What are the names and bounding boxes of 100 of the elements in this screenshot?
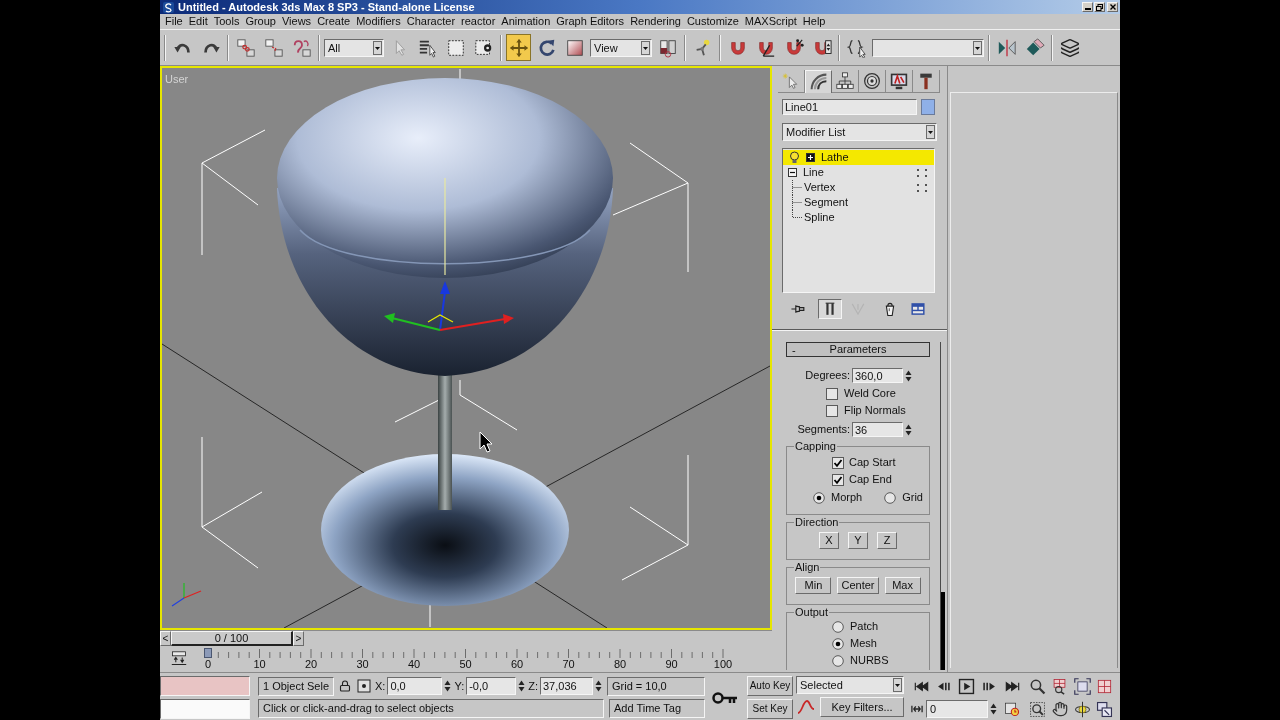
color-swatch-icon[interactable] [921,99,935,115]
auto-key-button[interactable]: Auto Key [747,676,793,696]
z-coordinate-field[interactable]: 37,036 [540,677,593,695]
stack-item[interactable]: Vertex [783,180,934,195]
command-panel-tab[interactable] [832,70,859,93]
monitor-icon[interactable] [890,72,908,90]
hierarchy-icon[interactable] [836,72,854,90]
add-time-tag-button[interactable]: Add Time Tag [609,699,705,718]
previous-frame-button[interactable]: < [160,631,171,646]
menu-item[interactable]: Tools [213,15,240,28]
checkbox[interactable] [832,473,844,486]
viewport-label: User [165,73,189,85]
caret-icon[interactable] [373,40,382,55]
menu-item[interactable]: Graph Editors [556,15,625,28]
menu-item[interactable]: Views [281,15,312,28]
dots-icon [916,182,928,193]
caret-icon[interactable] [973,40,982,55]
caret-icon[interactable] [641,40,650,55]
menu-item[interactable]: Character [406,15,456,28]
collapse-sign: - [792,344,796,356]
tree-line [792,180,802,195]
scrollbar-thumb[interactable] [941,592,945,670]
next-frame-button[interactable]: > [293,631,304,646]
x-coordinate-field[interactable]: 0,0 [387,677,443,695]
stack-item[interactable]: Segment [783,195,934,210]
menu-item[interactable]: Rendering [630,15,681,28]
spinner-arrows-icon[interactable] [595,679,602,693]
menu-item[interactable]: Animation [501,15,551,28]
align-option-button[interactable]: Max [884,577,921,594]
menu-item[interactable]: Create [317,15,351,28]
collapse-icon[interactable] [788,168,797,177]
lightbulb-icon[interactable] [789,151,800,164]
minimize-icon[interactable] [1084,8,1091,11]
caret-icon[interactable] [893,678,902,692]
listener-output-field[interactable] [160,699,250,719]
lock-icon[interactable] [339,680,351,692]
checkbox[interactable] [832,456,844,469]
degrees-field[interactable]: 360,0 [852,368,903,383]
menu-item[interactable]: MAXScript [744,15,797,28]
selection-info[interactable]: 1 Object Sele [258,676,334,696]
selection-filter-dropdown[interactable]: All [324,38,384,57]
radio-label: Grid [902,491,923,504]
stack-item[interactable]: Lathe [783,150,934,165]
segments-field[interactable]: 36 [852,422,903,437]
listener-input-field[interactable] [160,676,250,696]
axis-button[interactable]: Z [877,532,897,549]
minimize-button[interactable] [1082,2,1093,12]
menu-item[interactable]: Help [802,15,826,28]
modifier-list-dropdown[interactable]: Modifier List [782,123,937,141]
spinner-arrows-icon[interactable] [518,679,526,693]
calendar-clock-icon[interactable] [1004,701,1020,717]
spinner-arrows-icon[interactable] [990,702,997,716]
menu-item[interactable]: reactor [461,15,496,28]
command-panel-tab[interactable] [886,70,913,93]
scrollbar[interactable] [940,342,945,670]
expand-icon[interactable] [806,153,815,162]
align-option-button[interactable]: Min [795,577,832,594]
frame-label: 20 [304,658,318,670]
spinner-arrows-icon[interactable] [905,368,912,383]
key-icon[interactable] [712,690,738,705]
time-slider-thumb[interactable]: 0 / 100 [171,631,293,646]
hammer-icon[interactable] [917,72,935,90]
axis-button[interactable]: Y [848,532,868,549]
frame-label: 80 [613,658,627,670]
coordinate-system-dropdown[interactable]: View [590,38,652,57]
sparkle-pointer-icon[interactable] [782,72,800,90]
caret-icon[interactable] [926,125,935,139]
menu-item[interactable]: File [165,15,183,28]
time-slider[interactable]: < 0 / 100 > [160,630,772,647]
menu-item[interactable]: Group [245,15,276,28]
set-key-button[interactable]: Set Key [747,699,793,719]
menu-item[interactable]: Edit [188,15,208,28]
group-title: Capping [794,440,837,452]
align-option-button[interactable]: Center [837,577,879,594]
menu-item[interactable]: Customize [686,15,739,28]
concentric-circles-icon[interactable] [863,72,881,90]
radio-button[interactable] [884,491,897,504]
menu-item[interactable]: Modifiers [356,15,401,28]
key-set-dropdown[interactable]: Selected [796,676,904,694]
stack-item[interactable]: Spline [783,210,934,225]
radio-button[interactable] [832,637,844,650]
frame-label: 10 [253,658,266,670]
axis-button[interactable]: X [819,532,839,549]
y-coordinate-field[interactable]: -0,0 [466,677,517,695]
spinner-arrows-icon[interactable] [905,422,912,437]
object-name-field[interactable]: Line01 [782,99,917,115]
checkbox-label: Weld Core [844,387,896,400]
stack-item[interactable]: Line [783,165,934,180]
radio-button[interactable] [813,491,825,504]
key-filters-button[interactable]: Key Filters... [820,697,904,717]
command-panel-tab[interactable] [913,70,940,93]
named-selection-field[interactable] [872,38,984,57]
spinner-arrows-icon[interactable] [444,679,452,693]
checkbox[interactable] [826,387,838,400]
radio-button[interactable] [832,654,844,667]
command-panel-tab[interactable] [859,70,886,93]
checkbox[interactable] [826,404,838,417]
rollout-header[interactable]: - Parameters [786,342,930,357]
current-frame-field[interactable]: 0 [926,700,988,718]
radio-button[interactable] [832,620,844,633]
